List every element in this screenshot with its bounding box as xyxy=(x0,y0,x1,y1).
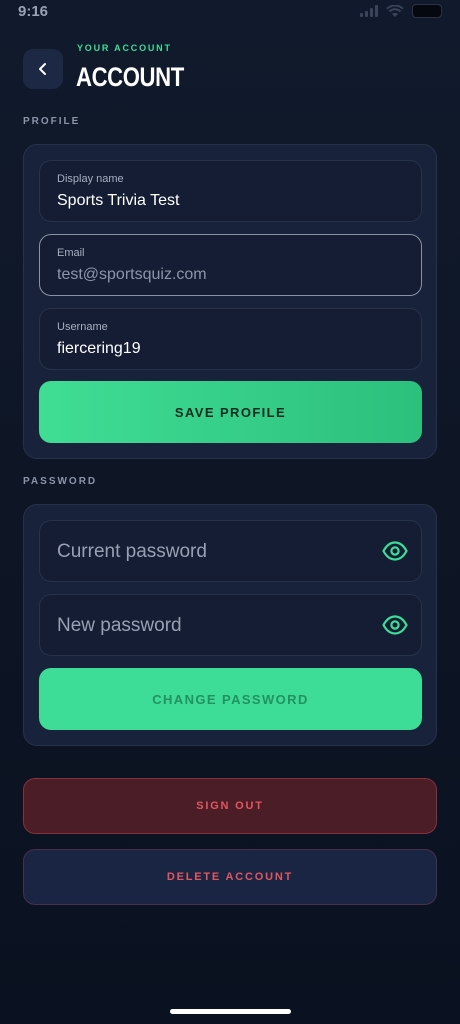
status-bar: 9:16 xyxy=(0,0,460,28)
wifi-icon xyxy=(386,4,404,17)
current-password-placeholder: Current password xyxy=(57,541,207,562)
email-label: Email xyxy=(57,247,85,259)
home-indicator xyxy=(170,1009,291,1014)
email-field[interactable]: Email test@sportsquiz.com xyxy=(39,234,422,296)
signal-icon xyxy=(360,5,378,17)
status-icons xyxy=(360,4,442,18)
display-name-field[interactable]: Display name Sports Trivia Test xyxy=(39,160,422,222)
current-password-field[interactable]: Current password xyxy=(39,520,422,582)
change-password-button[interactable]: CHANGE PASSWORD xyxy=(39,668,422,730)
page-title: ACCOUNT xyxy=(76,62,184,92)
header-subtitle: YOUR ACCOUNT xyxy=(77,43,172,53)
back-button[interactable] xyxy=(23,49,63,89)
profile-section-label: PROFILE xyxy=(23,116,81,127)
email-value: test@sportsquiz.com xyxy=(57,266,207,283)
eye-icon[interactable] xyxy=(382,614,408,636)
status-time: 9:16 xyxy=(18,2,49,20)
battery-icon xyxy=(412,4,442,18)
username-label: Username xyxy=(57,321,108,333)
display-name-value: Sports Trivia Test xyxy=(57,192,180,209)
profile-card: Display name Sports Trivia Test Email te… xyxy=(23,144,437,459)
new-password-placeholder: New password xyxy=(57,615,182,636)
username-value: fiercering19 xyxy=(57,340,141,357)
username-field[interactable]: Username fiercering19 xyxy=(39,308,422,370)
new-password-field[interactable]: New password xyxy=(39,594,422,656)
display-name-label: Display name xyxy=(57,173,124,185)
back-chevron-icon xyxy=(39,63,46,75)
save-profile-button[interactable]: SAVE PROFILE xyxy=(39,381,422,443)
sign-out-button[interactable]: SIGN OUT xyxy=(23,778,437,834)
delete-account-button[interactable]: DELETE ACCOUNT xyxy=(23,849,437,905)
password-card: Current password New password CHANGE PAS… xyxy=(23,504,437,746)
password-section-label: PASSWORD xyxy=(23,476,98,487)
eye-icon[interactable] xyxy=(382,540,408,562)
